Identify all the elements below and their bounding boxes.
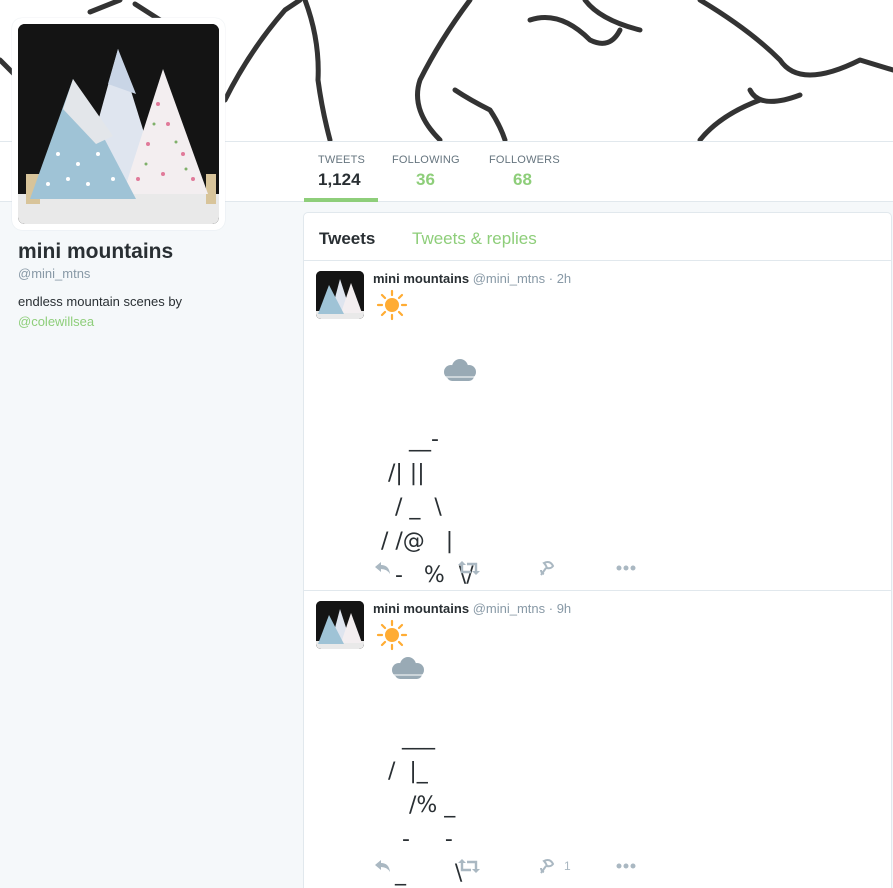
stat-value: 68: [513, 170, 532, 189]
like-icon[interactable]: 1: [538, 857, 571, 875]
tweet-line: /% _: [374, 793, 456, 818]
tweet-line: - -: [374, 827, 453, 852]
stat-value: 1,124: [318, 170, 361, 189]
stat-label: FOLLOWERS: [489, 154, 560, 166]
profile-avatar-frame: [12, 18, 225, 230]
like-icon[interactable]: [538, 559, 564, 577]
tweet-header: mini mountains @mini_mtns · 9h: [373, 601, 571, 616]
bio-link[interactable]: @colewillsea: [18, 312, 288, 332]
tweet-line: /| ||: [374, 461, 425, 486]
tweet-actions: [374, 559, 674, 579]
tab-tweets[interactable]: Tweets: [319, 229, 375, 249]
stat-followers[interactable]: FOLLOWERS 68: [489, 142, 569, 202]
tweet-line: / /@ |: [374, 529, 454, 554]
tweet-line: __-: [374, 427, 439, 452]
stat-following[interactable]: FOLLOWING 36: [392, 142, 472, 202]
bio-text: endless mountain scenes by: [18, 294, 183, 309]
tweet-author-name[interactable]: mini mountains: [373, 601, 469, 616]
more-icon[interactable]: [616, 857, 636, 875]
retweet-icon[interactable]: [458, 559, 488, 577]
reply-icon[interactable]: [374, 857, 392, 875]
tweet[interactable]: mini mountains @mini_mtns · 9h ___ / |_ …: [304, 591, 891, 888]
tweet-author-name[interactable]: mini mountains: [373, 271, 469, 286]
timeline: Tweets Tweets & replies mini mountains @…: [303, 212, 892, 888]
tweet-line: ___: [374, 725, 435, 750]
cloud-icon: [390, 655, 426, 681]
tweet[interactable]: mini mountains @mini_mtns · 2h __- /| ||…: [304, 261, 891, 591]
tweet-avatar[interactable]: [316, 601, 364, 649]
stat-label: FOLLOWING: [392, 154, 460, 166]
sun-icon: [376, 619, 408, 651]
cloud-icon: [442, 357, 478, 383]
tweet-author-handle[interactable]: @mini_mtns: [473, 271, 545, 286]
tweet-line: / |_: [374, 759, 428, 784]
more-icon[interactable]: [616, 559, 636, 577]
tweet-actions: 1: [374, 857, 674, 877]
tweet-author-handle[interactable]: @mini_mtns: [473, 601, 545, 616]
avatar[interactable]: [18, 24, 219, 224]
tweet-timestamp[interactable]: · 9h: [549, 601, 571, 616]
tab-tweets-and-replies[interactable]: Tweets & replies: [412, 229, 537, 249]
tweet-timestamp[interactable]: · 2h: [549, 271, 571, 286]
profile-handle[interactable]: @mini_mtns: [18, 266, 90, 281]
stat-label: TWEETS: [318, 154, 366, 166]
tweet-avatar[interactable]: [316, 271, 364, 319]
stat-tweets[interactable]: TWEETS 1,124: [304, 142, 378, 202]
tweet-line: / _ \: [374, 495, 442, 520]
sun-icon: [376, 289, 408, 321]
like-count: 1: [564, 859, 571, 873]
retweet-icon[interactable]: [458, 857, 488, 875]
timeline-tabs: Tweets Tweets & replies: [304, 213, 891, 261]
profile-name[interactable]: mini mountains: [18, 240, 173, 264]
stat-value: 36: [416, 170, 435, 189]
reply-icon[interactable]: [374, 559, 392, 577]
tweet-header: mini mountains @mini_mtns · 2h: [373, 271, 571, 286]
profile-bio: endless mountain scenes by @colewillsea: [18, 292, 288, 332]
